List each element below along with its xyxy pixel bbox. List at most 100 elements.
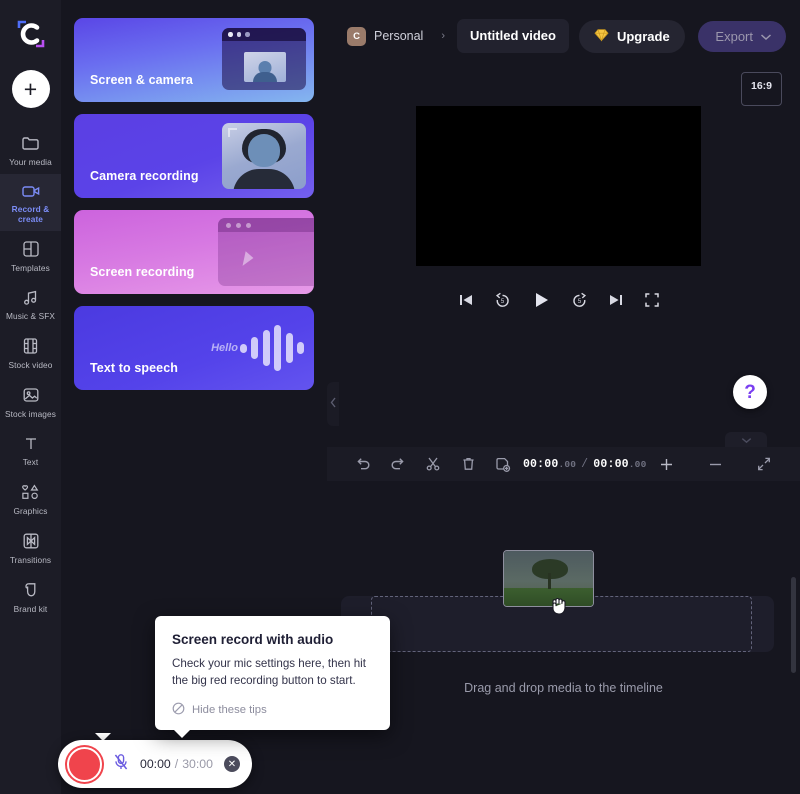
window-titlebar (222, 28, 306, 41)
forward-5s-button[interactable]: 5 (571, 292, 588, 309)
timeline-toolbar: 00:00 .00 / 00:00 .00 (327, 447, 800, 481)
card-text-to-speech[interactable]: Hello Text to speech (74, 306, 314, 390)
screen-recording-art (218, 218, 314, 286)
sidebar-item-text[interactable]: Text (0, 426, 61, 474)
sidebar-item-label: Music & SFX (5, 311, 56, 321)
play-button[interactable] (531, 290, 551, 310)
add-media-button[interactable]: + (11, 70, 50, 108)
sidebar-item-label: Brand kit (13, 604, 48, 614)
clipchamp-logo[interactable] (11, 14, 51, 54)
timeline-expand-tab[interactable] (725, 432, 767, 447)
collapse-panel-button[interactable] (327, 382, 339, 426)
close-recorder-button[interactable]: ✕ (224, 756, 240, 772)
wave-bar (297, 342, 304, 354)
chevron-down-icon (741, 431, 752, 449)
hello-label: Hello (211, 342, 238, 354)
rail-nav: Your media Record & create Templates Mus… (0, 126, 61, 621)
zoom-out-button[interactable] (698, 447, 733, 481)
undo-button[interactable] (345, 447, 380, 481)
add-media-label: + (23, 75, 38, 102)
tip-arrow (173, 729, 191, 738)
zoom-in-button[interactable] (648, 447, 683, 481)
timeline-scrollbar[interactable] (791, 577, 796, 673)
upgrade-button[interactable]: Upgrade (578, 19, 685, 53)
person-face (248, 134, 280, 167)
card-title: Camera recording (90, 169, 199, 183)
recorder-bar: 00:00 / 30:00 ✕ (58, 740, 252, 788)
sidebar-item-templates[interactable]: Templates (0, 231, 61, 280)
screen-and-camera-art (222, 28, 306, 90)
sidebar-item-transitions[interactable]: Transitions (0, 523, 61, 572)
sidebar-item-label: Record & create (11, 204, 50, 224)
mouse-pointer-icon (242, 251, 255, 268)
export-label: Export (715, 28, 753, 44)
breadcrumb-separator: › (441, 30, 446, 42)
frame-corner (228, 128, 237, 137)
card-camera-recording[interactable]: Camera recording (74, 114, 314, 198)
diamond-icon (594, 28, 609, 45)
wave-bar (262, 330, 270, 366)
clipchamp-editor: + Your media Record & create Templates M… (0, 0, 800, 794)
add-media-timeline-button[interactable] (486, 447, 521, 481)
project-title: Untitled video (470, 28, 556, 43)
sidebar-item-stock-video[interactable]: Stock video (0, 328, 61, 377)
hide-tips-label: Hide these tips (192, 704, 267, 716)
templates-grid-icon (22, 240, 40, 258)
recording-elapsed: 00:00 (140, 757, 171, 771)
window-dot (245, 32, 250, 37)
timecode-display: 00:00 .00 / 00:00 .00 (523, 458, 647, 471)
sidebar-item-music-and-sfx[interactable]: Music & SFX (0, 280, 61, 328)
recording-timer: 00:00 / 30:00 (140, 757, 213, 771)
workspace-selector[interactable]: C Personal (341, 22, 429, 51)
rewind-5s-button[interactable]: 5 (494, 292, 511, 309)
sidebar-item-record-and-create[interactable]: Record & create (0, 174, 61, 231)
window-titlebar (218, 218, 314, 232)
split-button[interactable] (415, 447, 450, 481)
tip-body: Check your mic settings here, then hit t… (172, 657, 366, 687)
sidebar-item-stock-images[interactable]: Stock images (0, 377, 61, 426)
record-button[interactable] (67, 746, 102, 782)
timeline-empty-message: Drag and drop media to the timeline (464, 681, 663, 695)
text-to-speech-art (239, 325, 304, 371)
export-button[interactable]: Export (698, 20, 786, 52)
film-strip-icon (22, 337, 39, 355)
wave-bar (285, 333, 293, 363)
card-title: Text to speech (90, 361, 178, 375)
project-title-input[interactable]: Untitled video (457, 19, 569, 53)
thumbnail-tree-trunk (548, 573, 551, 589)
skip-to-start-button[interactable] (458, 292, 474, 308)
aspect-ratio-button[interactable]: 16:9 (740, 72, 782, 106)
image-icon (22, 386, 40, 404)
hide-tips-button[interactable]: Hide these tips (172, 702, 373, 718)
wave-bar (274, 325, 281, 371)
redo-button[interactable] (380, 447, 415, 481)
block-icon (172, 702, 185, 718)
sidebar-item-brand-kit[interactable]: Brand kit (0, 572, 61, 621)
fit-to-screen-button[interactable] (747, 447, 782, 481)
sidebar-item-label: Stock video (8, 360, 53, 370)
skip-to-end-button[interactable] (608, 292, 624, 308)
card-screen-and-camera[interactable]: Screen & camera (74, 18, 314, 102)
text-t-icon (22, 435, 40, 452)
sidebar-item-graphics[interactable]: Graphics (0, 474, 61, 523)
fullscreen-button[interactable] (644, 292, 660, 308)
video-canvas[interactable] (416, 106, 701, 266)
window-dot (228, 32, 233, 37)
sidebar-item-your-media[interactable]: Your media (0, 126, 61, 174)
timeline-area[interactable]: Drag and drop media to the timeline (327, 481, 800, 794)
wave-bar (251, 337, 258, 359)
chevron-down-icon (760, 29, 772, 44)
aspect-ratio-row: 16:9 (327, 72, 800, 106)
shapes-icon (21, 483, 41, 501)
mic-muted-icon[interactable] (113, 753, 129, 776)
folder-icon (21, 135, 40, 152)
delete-button[interactable] (451, 447, 486, 481)
help-button[interactable]: ? (733, 375, 767, 409)
window-dot (246, 222, 251, 228)
person-torso (233, 169, 295, 189)
card-title: Screen recording (90, 265, 195, 279)
sidebar-item-label: Text (22, 457, 39, 467)
card-screen-recording[interactable]: Screen recording (74, 210, 314, 294)
current-ms: .00 (558, 458, 577, 470)
brand-kit-icon (22, 581, 40, 599)
